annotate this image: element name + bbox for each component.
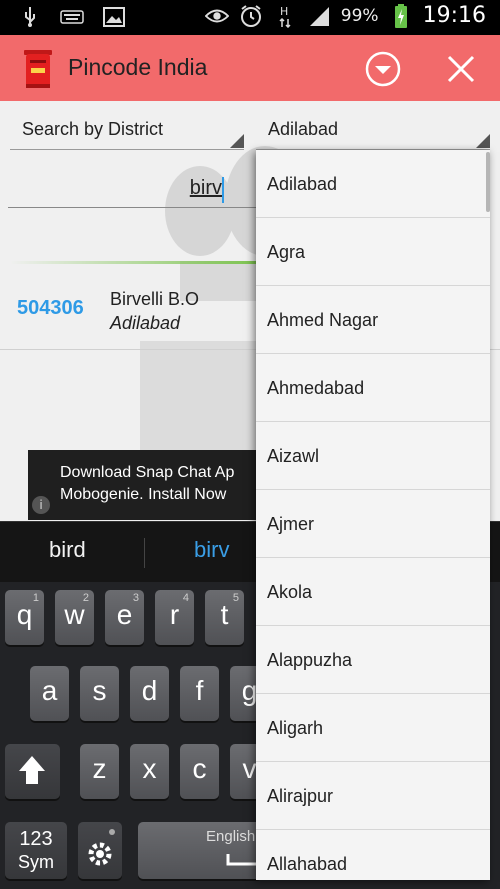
result-office: Birvelli B.O [110,289,200,309]
svg-text:H: H [280,5,288,18]
app-bar: Pincode India [0,35,500,101]
suggestion-divider [144,538,145,568]
image-icon [102,6,126,28]
status-bar: H 99% 19:16 [0,0,500,35]
postbox-logo-icon [22,47,54,89]
app-title: Pincode India [68,54,208,80]
gear-icon [88,829,115,866]
ad-line-1: Download Snap Chat Ap [60,464,235,481]
divider [10,261,260,264]
dropdown-button[interactable] [364,50,402,88]
suggestion-left[interactable]: bird [49,537,86,563]
alarm-icon [239,4,263,27]
dropdown-item[interactable]: Alappuzha [256,626,490,694]
eye-icon [204,5,229,27]
key-s[interactable]: s [80,666,119,721]
key-d[interactable]: d [130,666,169,721]
key-a[interactable]: a [30,666,69,721]
district-dropdown-list: Adilabad Agra Ahmed Nagar Ahmedabad Aiza… [256,150,490,880]
key-f[interactable]: f [180,666,219,721]
ad-info-icon[interactable]: i [32,496,50,514]
dropdown-item[interactable]: Ahmedabad [256,354,490,422]
suggestion-right[interactable]: birv [194,537,229,563]
dropdown-item[interactable]: Agra [256,218,490,286]
spinner-triangle-icon [230,134,244,148]
ad-line-2: Mobogenie. Install Now [60,486,227,503]
sym-key[interactable]: 123 Sym [5,822,67,879]
close-icon [447,55,475,83]
battery-percent: 99% [340,5,379,26]
usb-icon [18,6,42,28]
search-input-text: birv [189,177,222,199]
text-cursor [222,177,224,203]
key-r[interactable]: 4r [155,590,194,645]
spinner-triangle-icon [476,134,490,148]
key-e[interactable]: 3e [105,590,144,645]
shift-key[interactable] [5,744,60,799]
dropdown-item[interactable]: Aligarh [256,694,490,762]
dropdown-item[interactable]: Ahmed Nagar [256,286,490,354]
space-key[interactable]: English [138,822,262,879]
dropdown-item[interactable]: Aizawl [256,422,490,490]
result-district: Adilabad [110,313,181,333]
key-q[interactable]: 1q [5,590,44,645]
dropdown-item[interactable]: Allahabad [256,830,490,880]
battery-charging-icon [389,3,413,28]
dropdown-item[interactable]: Akola [256,558,490,626]
key-t[interactable]: 5t [205,590,244,645]
dropdown-scrollbar[interactable] [486,152,490,212]
dropdown-item[interactable]: Ajmer [256,490,490,558]
search-by-spinner[interactable]: Search by District [10,115,244,150]
clock: 19:16 [422,3,486,28]
key-x[interactable]: x [130,744,169,799]
search-by-value: Search by District [22,119,164,139]
keyboard-icon [60,6,84,28]
district-spinner[interactable]: Adilabad [256,115,490,150]
key-w[interactable]: 2w [55,590,94,645]
district-value: Adilabad [268,119,339,139]
ad-banner[interactable]: Download Snap Chat Ap Mobogenie. Install… [28,450,260,520]
dropdown-item[interactable]: Alirajpur [256,762,490,830]
result-pincode: 504306 [17,297,84,319]
shift-arrow-icon [19,756,45,784]
dropdown-item[interactable]: Adilabad [256,150,490,218]
key-z[interactable]: z [80,744,119,799]
chevron-down-circle-icon [365,51,401,87]
signal-icon [307,5,331,27]
key-c[interactable]: c [180,744,219,799]
hplus-icon: H [273,5,297,28]
settings-key[interactable] [78,822,122,879]
close-button[interactable] [444,52,478,86]
